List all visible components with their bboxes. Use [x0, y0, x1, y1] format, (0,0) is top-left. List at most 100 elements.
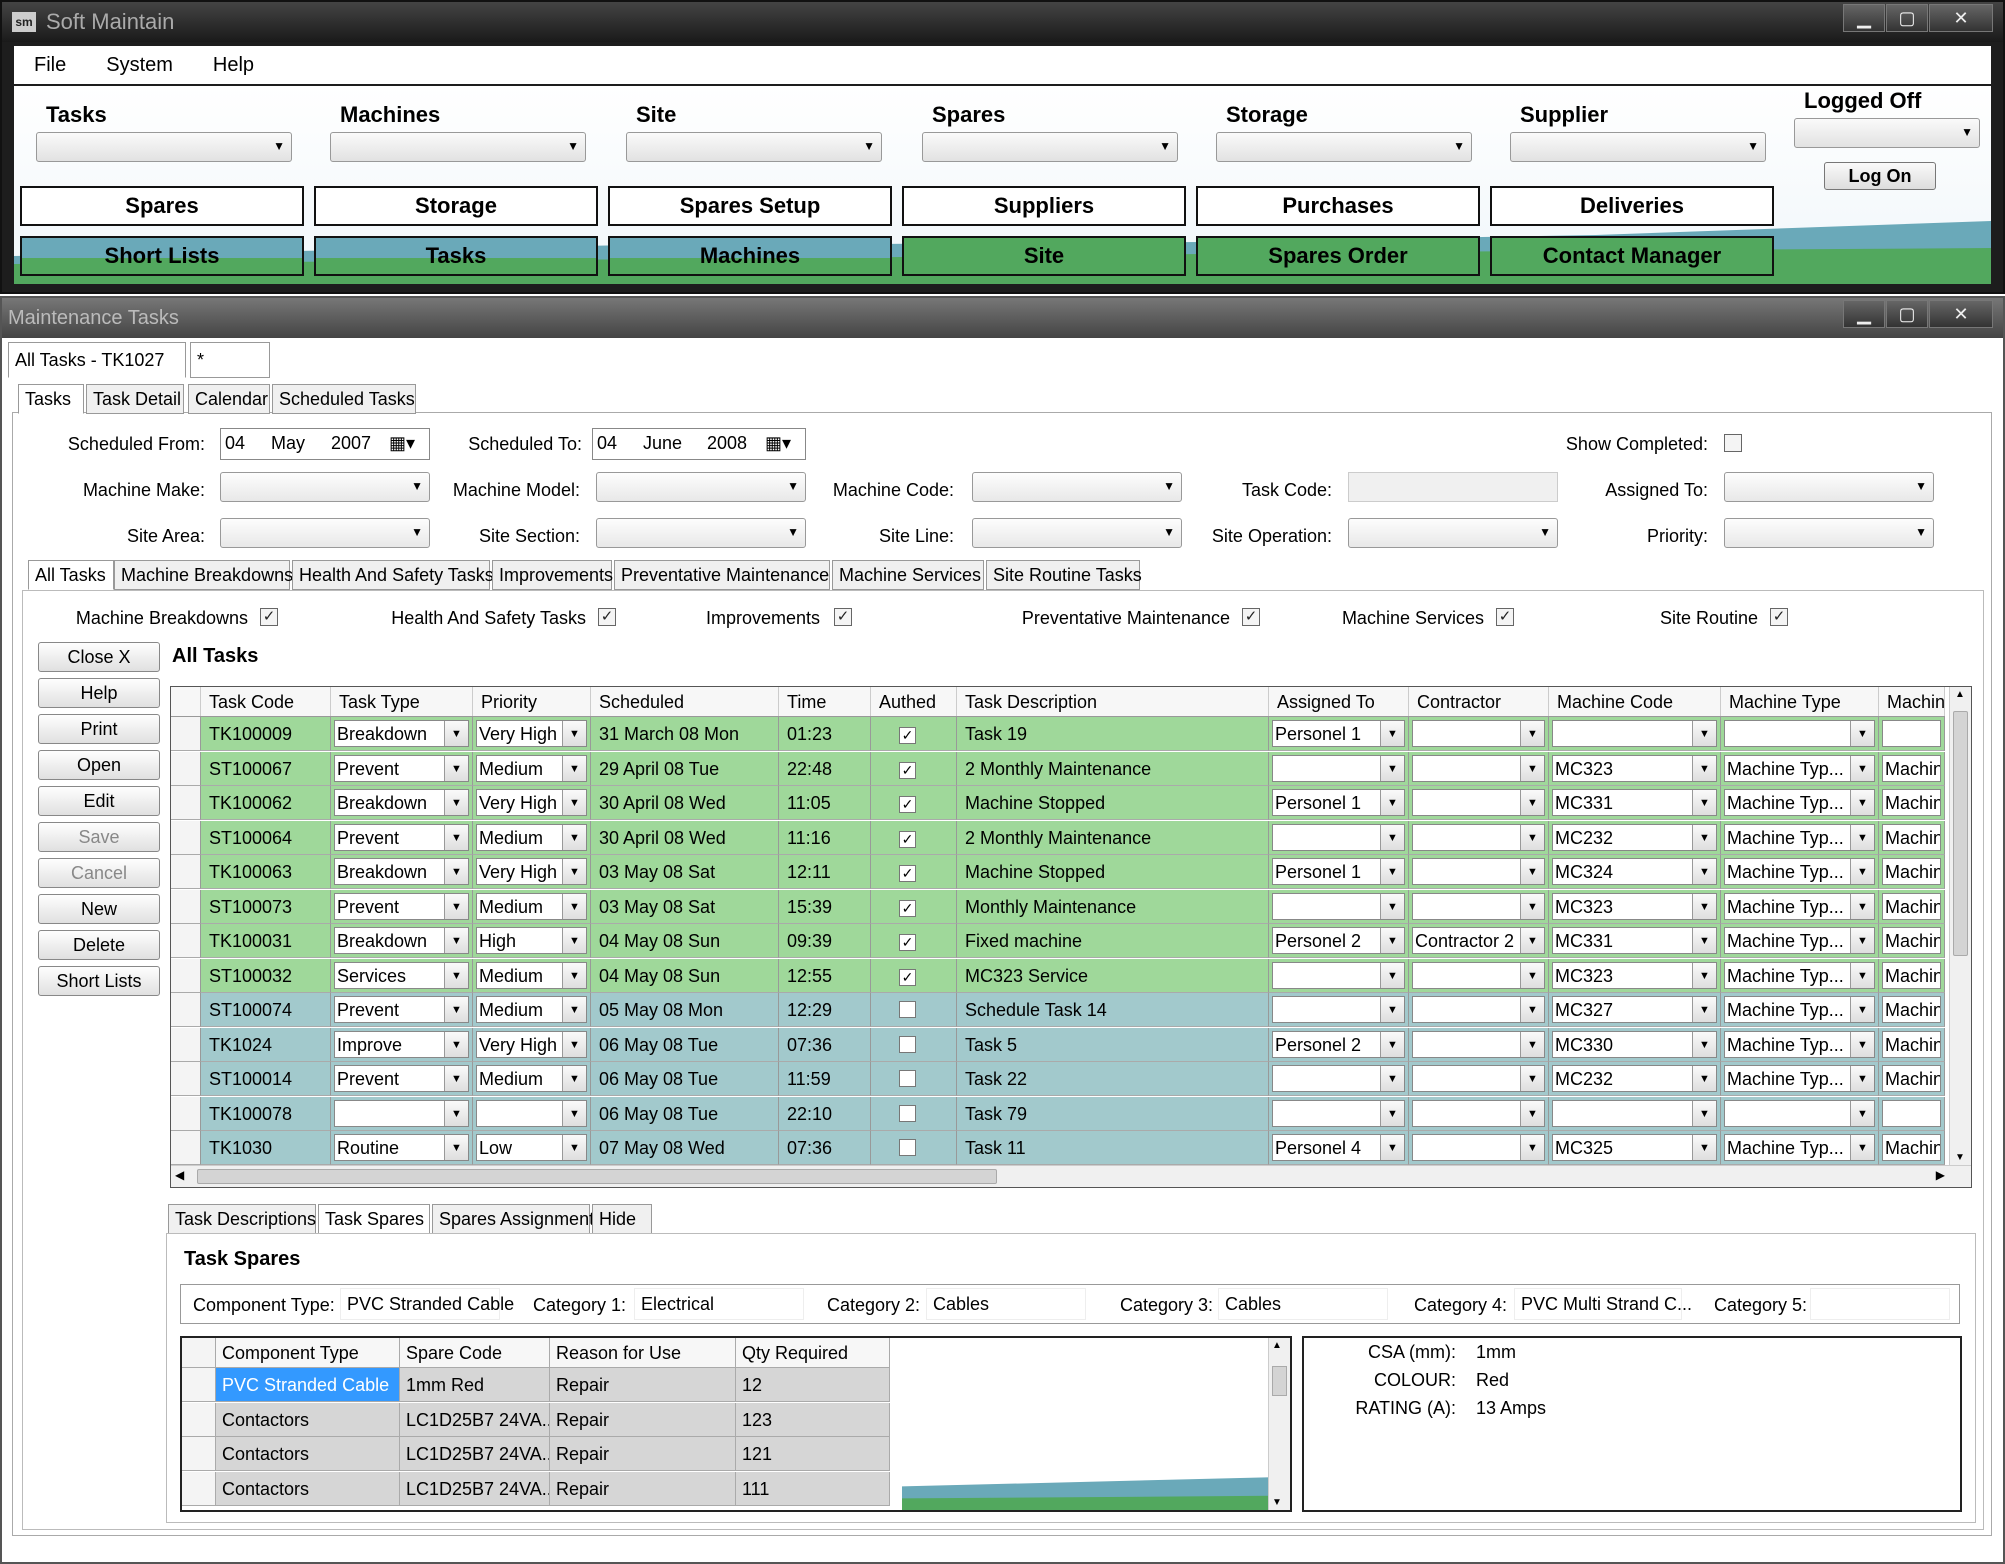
scroll-thumb[interactable] [1953, 711, 1968, 956]
spares-cell[interactable]: Repair [550, 1471, 736, 1506]
cell-contractor[interactable]: ▼ [1409, 1131, 1549, 1165]
spares-row[interactable]: PVC Stranded Cable 1mm Red Repair 12 [182, 1368, 890, 1402]
column-header[interactable]: Machine [1879, 687, 1945, 716]
chevron-down-icon[interactable]: ▼ [444, 824, 468, 850]
cell-type[interactable]: Prevent ▼ [331, 889, 473, 924]
menu-file[interactable]: File [34, 54, 66, 77]
cell-assigned[interactable]: Personel 4 ▼ [1269, 1131, 1409, 1165]
cell-priority[interactable]: Medium ▼ [473, 958, 591, 993]
minimize-icon[interactable]: ▁ [1843, 300, 1885, 328]
log-on-button[interactable]: Log On [1824, 162, 1936, 190]
spares-cell[interactable]: 121 [736, 1437, 890, 1471]
authed-checkbox[interactable]: ✓ [899, 727, 916, 744]
cell-authed[interactable]: ✓ [871, 855, 957, 889]
filter-checkbox-preventative-maintenance[interactable]: ✓ [1242, 608, 1260, 626]
scroll-down-icon[interactable]: ▼ [1272, 1497, 1282, 1508]
scheduled-to-date[interactable]: 04 June 2008 ▦▾ [592, 428, 806, 460]
filter-checkbox-site-routine[interactable]: ✓ [1770, 608, 1788, 626]
authed-checkbox[interactable]: ✓ [899, 899, 916, 917]
cell-authed[interactable]: ✓ [871, 751, 957, 786]
close-button[interactable]: Close X [38, 642, 160, 672]
table-row[interactable]: ST100074 Prevent ▼ Medium ▼ 05 May 08 Mon 12:2… [171, 993, 1945, 1027]
chevron-down-icon[interactable]: ▼ [444, 755, 468, 781]
cell-authed[interactable]: ✓ [871, 889, 957, 924]
subtab-machine-breakdowns[interactable]: Machine Breakdowns [114, 560, 293, 590]
authed-checkbox[interactable] [899, 1139, 916, 1156]
show-completed-checkbox[interactable] [1724, 434, 1742, 452]
cell-contractor[interactable]: Contractor 2 ▼ [1409, 924, 1549, 958]
chevron-down-icon[interactable]: ▼ [562, 928, 586, 953]
cell-mtype[interactable]: ▼ [1721, 717, 1879, 751]
cell-mtype[interactable]: Machine Typ... ▼ [1721, 786, 1879, 820]
tab-task-detail[interactable]: Task Detail [86, 384, 184, 414]
subtab-improvements[interactable]: Improvements [492, 560, 613, 590]
cell-priority[interactable]: Very High ▼ [473, 717, 591, 751]
menu-help[interactable]: Help [213, 54, 254, 77]
cell-authed[interactable]: ✓ [871, 924, 957, 958]
chevron-down-icon[interactable]: ▼ [444, 997, 468, 1022]
cell-assigned[interactable]: ▼ [1269, 889, 1409, 924]
cell-type[interactable]: Breakdown ▼ [331, 786, 473, 820]
chevron-down-icon[interactable]: ▼ [1380, 1066, 1404, 1091]
menu-system[interactable]: System [106, 54, 173, 77]
site-line-dropdown[interactable] [972, 518, 1182, 548]
chevron-down-icon[interactable]: ▼ [1520, 824, 1544, 850]
spares-cell[interactable]: Contactors [216, 1471, 400, 1506]
spares-cell[interactable]: Repair [550, 1402, 736, 1437]
chevron-down-icon[interactable]: ▼ [562, 859, 586, 884]
cell-priority[interactable]: Medium ▼ [473, 889, 591, 924]
cell-priority[interactable]: Medium ▼ [473, 820, 591, 855]
cell-contractor[interactable]: ▼ [1409, 820, 1549, 855]
cell-type[interactable]: Services ▼ [331, 958, 473, 993]
cell-priority[interactable]: High ▼ [473, 924, 591, 958]
bottom-tab-spares-assignment[interactable]: Spares Assignment [432, 1204, 594, 1234]
nav-dropdown-spares[interactable] [922, 132, 1178, 162]
nav-button-suppliers[interactable]: Suppliers [902, 186, 1186, 226]
chevron-down-icon[interactable]: ▼ [444, 1031, 468, 1057]
column-header[interactable]: Time [779, 687, 871, 716]
cell-mtype[interactable]: Machine Typ... ▼ [1721, 958, 1879, 993]
cell-contractor[interactable]: ▼ [1409, 751, 1549, 786]
table-row[interactable]: ST100073 Prevent ▼ Medium ▼ 03 May 08 Sat 15:3… [171, 889, 1945, 924]
scroll-thumb[interactable] [1272, 1366, 1287, 1396]
spares-cell[interactable]: Repair [550, 1437, 736, 1471]
chevron-down-icon[interactable]: ▼ [1850, 1100, 1874, 1126]
nav-button-tasks[interactable]: Tasks [314, 236, 598, 276]
spares-cell[interactable]: 1mm Red [400, 1368, 550, 1402]
spares-row[interactable]: Contactors LC1D25B7 24VA... Repair 123 [182, 1402, 890, 1437]
cell-authed[interactable] [871, 993, 957, 1027]
cell-assigned[interactable]: Personel 2 ▼ [1269, 1027, 1409, 1062]
spares-cell[interactable]: Contactors [216, 1437, 400, 1471]
scroll-down-icon[interactable]: ▼ [1952, 1152, 1968, 1163]
chevron-down-icon[interactable]: ▼ [1520, 1066, 1544, 1091]
chevron-down-icon[interactable]: ▼ [1850, 859, 1874, 884]
cell-assigned[interactable]: ▼ [1269, 993, 1409, 1027]
cell-contractor[interactable]: ▼ [1409, 855, 1549, 889]
site-section-dropdown[interactable] [596, 518, 806, 548]
spares-cell[interactable]: LC1D25B7 24VA... [400, 1437, 550, 1471]
machine-code-dropdown[interactable] [972, 472, 1182, 502]
tab-calendar[interactable]: Calendar [188, 384, 270, 414]
table-row[interactable]: TK100009 Breakdown ▼ Very High ▼ 31 March 08 … [171, 717, 1945, 751]
scroll-up-icon[interactable]: ▲ [1952, 689, 1968, 700]
scheduled-from-date[interactable]: 04 May 2007 ▦▾ [220, 428, 430, 460]
cell-contractor[interactable]: ▼ [1409, 993, 1549, 1027]
chevron-down-icon[interactable]: ▼ [562, 1066, 586, 1091]
cell-mcode[interactable]: MC232 ▼ [1549, 820, 1721, 855]
chevron-down-icon[interactable]: ▼ [1850, 1031, 1874, 1057]
column-header[interactable]: Priority [473, 687, 591, 716]
spares-cell[interactable]: 12 [736, 1368, 890, 1402]
chevron-down-icon[interactable]: ▼ [1380, 721, 1404, 746]
close-icon[interactable]: ✕ [1929, 300, 1993, 328]
chevron-down-icon[interactable]: ▼ [1520, 997, 1544, 1022]
chevron-down-icon[interactable]: ▼ [1692, 1066, 1716, 1091]
cell-mtype[interactable]: Machine Typ... ▼ [1721, 889, 1879, 924]
doc-tab-new[interactable]: * [190, 342, 270, 378]
column-header[interactable]: Contractor [1409, 687, 1549, 716]
authed-checkbox[interactable] [899, 1035, 916, 1053]
authed-checkbox[interactable]: ✓ [899, 865, 916, 882]
chevron-down-icon[interactable]: ▼ [1692, 1100, 1716, 1126]
table-row[interactable]: ST100064 Prevent ▼ Medium ▼ 30 April 08 Wed 11… [171, 820, 1945, 855]
cell-mtype[interactable]: Machine Typ... ▼ [1721, 820, 1879, 855]
authed-checkbox[interactable] [899, 1001, 916, 1018]
